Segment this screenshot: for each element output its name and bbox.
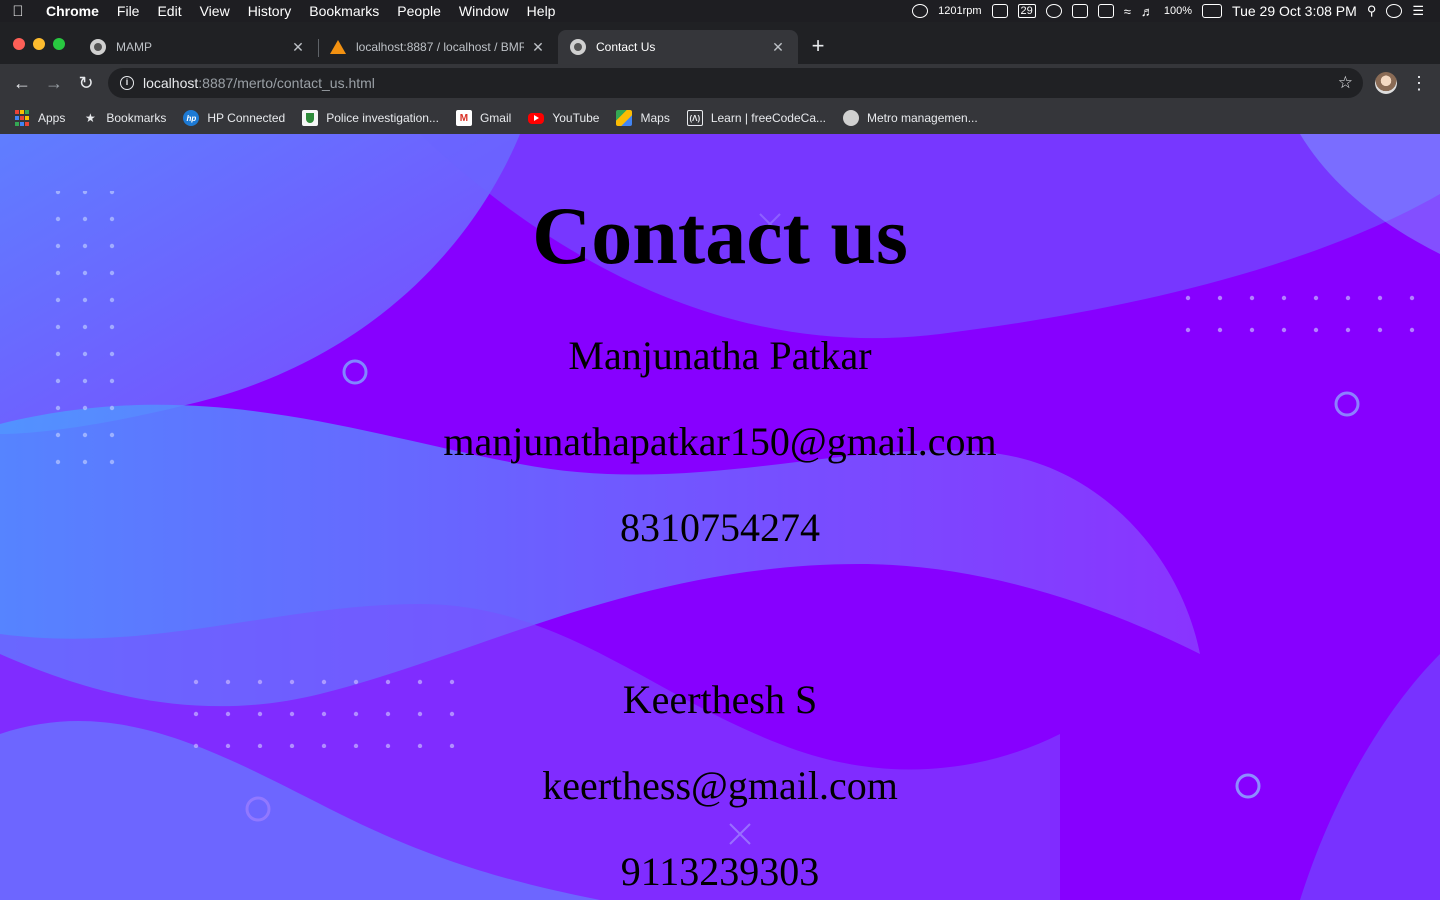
bookmark-gmail[interactable]: M Gmail bbox=[455, 110, 512, 126]
menu-view[interactable]: View bbox=[191, 0, 239, 22]
bookmark-metro[interactable]: Metro managemen... bbox=[843, 110, 978, 126]
chrome-toolbar: ← → ↻ i localhost:8887/merto/contact_us.… bbox=[0, 64, 1440, 102]
siri-icon[interactable] bbox=[1386, 4, 1403, 18]
back-button[interactable]: ← bbox=[6, 67, 38, 99]
bookmark-youtube[interactable]: YouTube bbox=[528, 111, 599, 125]
page-heading: Contact us bbox=[532, 190, 908, 281]
url-path: :8887/merto/contact_us.html bbox=[198, 75, 375, 91]
window-controls bbox=[13, 38, 65, 50]
contact-name: Keerthesh S bbox=[622, 677, 818, 722]
minimize-window-button[interactable] bbox=[33, 38, 45, 50]
hp-icon: hp bbox=[183, 110, 200, 126]
calendar-day-icon[interactable]: 29 bbox=[1017, 4, 1036, 18]
menu-file[interactable]: File bbox=[108, 0, 149, 22]
menu-app-chrome[interactable]: Chrome bbox=[36, 0, 108, 22]
bookmark-label: Metro managemen... bbox=[867, 111, 978, 125]
apple-menu-icon[interactable]:  bbox=[0, 3, 36, 20]
macos-menu-bar:  Chrome File Edit View History Bookmark… bbox=[0, 0, 1440, 22]
contact-section: Contact us Manjunatha Patkar manjunathap… bbox=[0, 134, 1440, 900]
bookmark-label: Learn | freeCodeCa... bbox=[710, 111, 826, 125]
bookmark-label: HP Connected bbox=[207, 111, 286, 125]
forward-button[interactable]: → bbox=[38, 67, 70, 99]
youtube-icon bbox=[528, 112, 545, 124]
menu-history[interactable]: History bbox=[239, 0, 301, 22]
contact-favicon-icon bbox=[570, 39, 586, 55]
reload-button[interactable]: ↻ bbox=[70, 67, 102, 99]
bookmark-label: Apps bbox=[38, 111, 66, 125]
tab-title: Contact Us bbox=[596, 40, 656, 54]
contact-name: Manjunatha Patkar bbox=[568, 333, 872, 378]
bookmark-freecodecamp[interactable]: (Λ) Learn | freeCodeCa... bbox=[686, 110, 826, 126]
address-bar[interactable]: i localhost:8887/merto/contact_us.html ☆ bbox=[108, 68, 1363, 98]
apps-grid-icon bbox=[14, 110, 30, 126]
new-tab-button[interactable]: + bbox=[808, 35, 828, 58]
bookmark-bookmarks[interactable]: ★ Bookmarks bbox=[82, 110, 166, 126]
bookmark-label: Maps bbox=[640, 111, 670, 125]
bookmark-label: Gmail bbox=[479, 111, 512, 125]
bookmark-label: Police investigation... bbox=[326, 111, 439, 125]
chrome-menu-icon[interactable]: ⋮ bbox=[1410, 70, 1428, 96]
fan-speed-readout: 1201rpm bbox=[938, 5, 982, 17]
wifi-icon[interactable]: ≈ bbox=[1124, 4, 1131, 19]
bookmark-label: YouTube bbox=[552, 111, 600, 125]
close-tab-icon[interactable]: ✕ bbox=[770, 39, 786, 56]
close-window-button[interactable] bbox=[13, 38, 25, 50]
tab-title: localhost:8887 / localhost / BMR bbox=[356, 40, 524, 54]
menu-people[interactable]: People bbox=[388, 0, 450, 22]
menu-bookmarks[interactable]: Bookmarks bbox=[300, 0, 388, 22]
bookmark-star-icon[interactable]: ☆ bbox=[1338, 73, 1353, 93]
police-icon bbox=[302, 110, 319, 126]
fullscreen-window-button[interactable] bbox=[53, 38, 65, 50]
tab-mamp[interactable]: MAMP ✕ bbox=[78, 30, 318, 64]
contact-email: manjunathapatkar150@gmail.com bbox=[443, 419, 997, 464]
contact-phone: 8310754274 bbox=[620, 505, 820, 550]
notification-icon[interactable] bbox=[1071, 4, 1088, 18]
menu-help[interactable]: Help bbox=[518, 0, 565, 22]
bookmark-hp-connected[interactable]: hp HP Connected bbox=[183, 110, 285, 126]
metro-icon bbox=[843, 110, 859, 126]
volume-icon[interactable]: ♬ bbox=[1141, 4, 1154, 19]
battery-percent: 100% bbox=[1163, 5, 1193, 17]
dashboard-icon[interactable] bbox=[991, 4, 1008, 18]
close-tab-icon[interactable]: ✕ bbox=[530, 39, 546, 56]
tab-phpmyadmin[interactable]: localhost:8887 / localhost / BMR ✕ bbox=[318, 30, 558, 64]
onepassword-icon[interactable] bbox=[1045, 4, 1062, 18]
spotlight-search-icon[interactable]: ⚲ bbox=[1367, 3, 1377, 19]
bookmark-label: Bookmarks bbox=[106, 111, 167, 125]
notification-center-icon[interactable]: ☰ bbox=[1412, 3, 1424, 19]
bookmark-police[interactable]: Police investigation... bbox=[302, 110, 439, 126]
tab-title: MAMP bbox=[116, 40, 152, 54]
contact-phone: 9113239303 bbox=[620, 849, 820, 894]
url-host: localhost bbox=[143, 75, 199, 91]
maps-icon bbox=[616, 110, 633, 126]
freecodecamp-icon: (Λ) bbox=[686, 110, 703, 126]
tab-contact-us[interactable]: Contact Us ✕ bbox=[558, 30, 798, 64]
battery-icon[interactable] bbox=[1202, 4, 1223, 18]
bookmark-apps[interactable]: Apps bbox=[14, 110, 65, 126]
menu-window[interactable]: Window bbox=[450, 0, 518, 22]
contact-email: keerthess@gmail.com bbox=[542, 763, 898, 808]
keyboard-icon[interactable] bbox=[1097, 4, 1114, 18]
menu-edit[interactable]: Edit bbox=[148, 0, 190, 22]
menubar-clock[interactable]: Tue 29 Oct 3:08 PM bbox=[1232, 3, 1357, 19]
profile-avatar[interactable] bbox=[1375, 72, 1397, 94]
chrome-tab-strip: MAMP ✕ localhost:8887 / localhost / BMR … bbox=[0, 22, 1440, 64]
bookmarks-bar: Apps ★ Bookmarks hp HP Connected Police … bbox=[0, 102, 1440, 134]
mamp-favicon-icon bbox=[90, 39, 106, 55]
phpmyadmin-favicon-icon bbox=[330, 39, 346, 55]
star-icon: ★ bbox=[84, 111, 96, 125]
close-tab-icon[interactable]: ✕ bbox=[290, 39, 306, 56]
web-page-viewport[interactable]: Contact us Manjunatha Patkar manjunathap… bbox=[0, 134, 1440, 900]
bookmark-maps[interactable]: Maps bbox=[616, 110, 670, 126]
site-info-icon[interactable]: i bbox=[120, 76, 134, 90]
fan-control-icon[interactable] bbox=[912, 4, 929, 18]
gmail-icon: M bbox=[455, 110, 472, 126]
